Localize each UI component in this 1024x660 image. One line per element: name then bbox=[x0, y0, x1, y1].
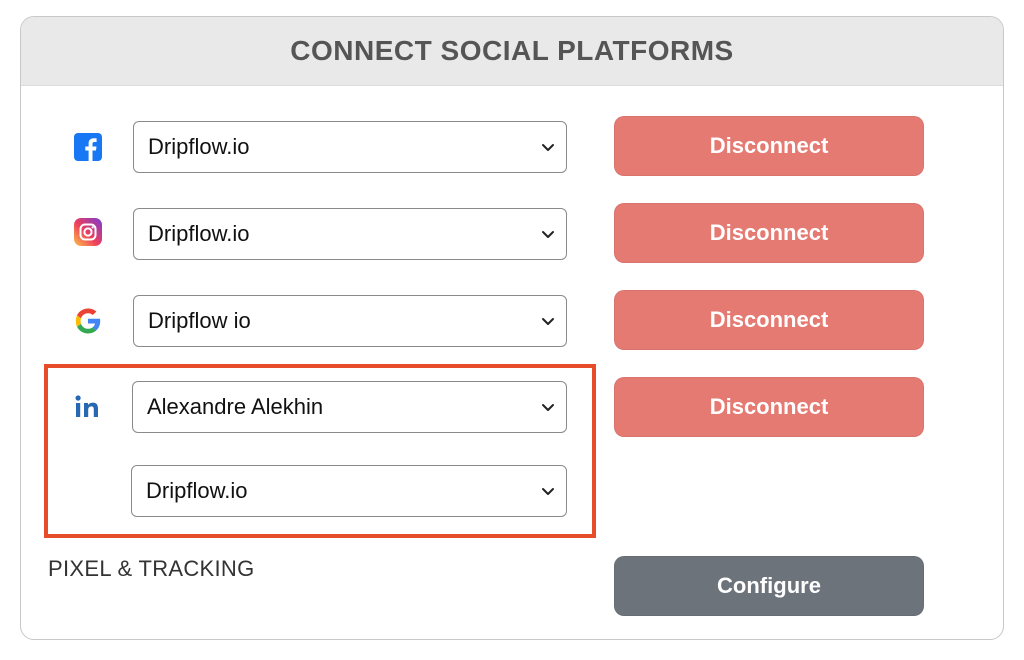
card-header: CONNECT SOCIAL PLATFORMS bbox=[21, 17, 1003, 86]
linkedin-page-value: Dripflow.io bbox=[146, 478, 248, 503]
pixel-tracking-label: PIXEL & TRACKING bbox=[48, 556, 255, 581]
linkedin-disconnect-button[interactable]: Disconnect bbox=[614, 377, 924, 437]
card-title: CONNECT SOCIAL PLATFORMS bbox=[290, 35, 734, 66]
chevron-down-icon bbox=[542, 404, 554, 411]
linkedin-page-select[interactable]: Dripflow.io bbox=[131, 465, 567, 517]
instagram-disconnect-button[interactable]: Disconnect bbox=[614, 203, 924, 263]
google-disconnect-button[interactable]: Disconnect bbox=[614, 290, 924, 350]
chevron-down-icon bbox=[542, 231, 554, 238]
linkedin-account-select[interactable]: Alexandre Alekhin bbox=[132, 381, 567, 433]
configure-button[interactable]: Configure bbox=[614, 556, 924, 616]
facebook-page-value: Dripflow.io bbox=[148, 134, 250, 159]
google-page-select[interactable]: Dripflow io bbox=[133, 295, 567, 347]
facebook-disconnect-button[interactable]: Disconnect bbox=[614, 116, 924, 176]
google-page-value: Dripflow io bbox=[148, 308, 251, 333]
linkedin-account-value: Alexandre Alekhin bbox=[147, 394, 324, 419]
facebook-icon bbox=[72, 131, 104, 163]
instagram-page-select[interactable]: Dripflow.io bbox=[133, 208, 567, 260]
chevron-down-icon bbox=[542, 144, 554, 151]
facebook-page-select[interactable]: Dripflow.io bbox=[133, 121, 567, 173]
chevron-down-icon bbox=[542, 488, 554, 495]
linkedin-icon bbox=[72, 391, 106, 423]
instagram-page-value: Dripflow.io bbox=[148, 221, 250, 246]
chevron-down-icon bbox=[542, 318, 554, 325]
google-icon bbox=[72, 305, 104, 337]
instagram-icon bbox=[72, 216, 104, 248]
